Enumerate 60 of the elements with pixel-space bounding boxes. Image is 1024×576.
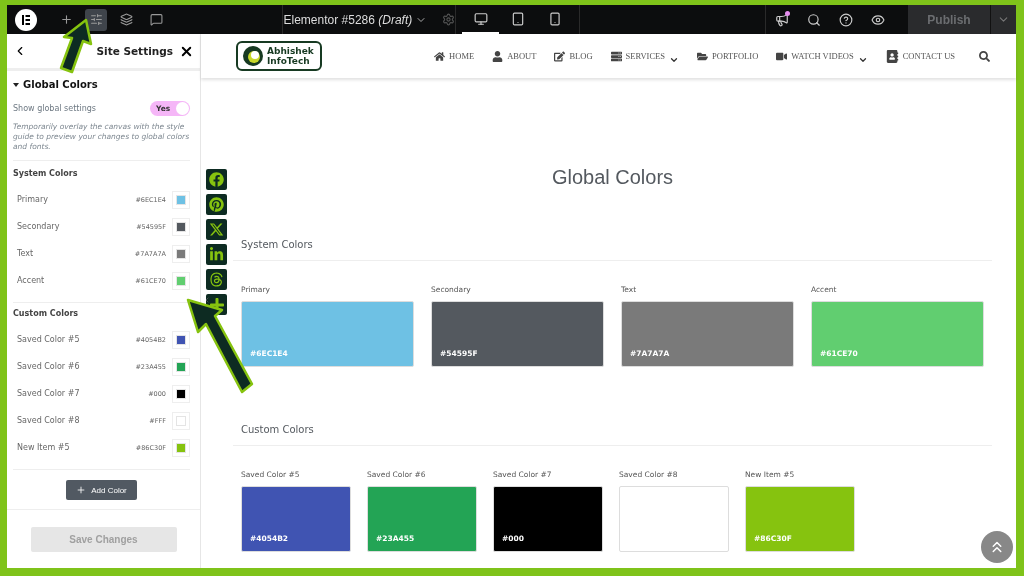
chevron-down-icon (857, 55, 868, 65)
nav-link[interactable]: WATCH VIDEOS (776, 47, 868, 65)
nav-link[interactable]: BLOG (554, 50, 593, 62)
add-color-button[interactable]: Add Color (66, 480, 137, 500)
folder-icon (697, 50, 709, 62)
home-icon (434, 50, 446, 62)
search-icon[interactable] (807, 12, 821, 27)
nav-link[interactable]: ABOUT (492, 50, 537, 62)
page-heading: Global Colors (550, 166, 675, 189)
help-icon[interactable] (839, 12, 853, 27)
megaphone-icon[interactable] (775, 12, 789, 27)
group-title: Custom Colors (13, 309, 80, 318)
color-name: Text (17, 249, 35, 258)
color-name: Primary (17, 195, 49, 204)
panel-title: Site Settings (96, 45, 173, 57)
linkedin-icon[interactable] (206, 244, 227, 265)
color-picker[interactable] (172, 217, 190, 236)
color-picker[interactable] (172, 244, 190, 263)
section-header[interactable]: Global Colors (13, 79, 190, 90)
section-heading: Custom Colors (233, 424, 992, 446)
color-name: Saved Color #7 (17, 389, 81, 398)
elementor-logo[interactable] (15, 8, 37, 31)
nav-link[interactable]: SERVICES (610, 47, 680, 65)
color-picker[interactable] (172, 271, 190, 290)
color-name: Saved Color #8 (17, 416, 81, 425)
video-icon (776, 50, 788, 62)
color-picker[interactable] (172, 438, 190, 457)
settings-icon[interactable] (85, 8, 107, 31)
site-logo[interactable]: Abhishek InfoTech (236, 41, 322, 71)
chevron-down-icon (669, 55, 680, 65)
contact-icon (885, 49, 899, 63)
edit-icon (554, 50, 566, 62)
pinterest-icon[interactable] (206, 194, 227, 215)
color-name: New Item #5 (17, 443, 71, 452)
threads-icon[interactable] (206, 269, 227, 290)
group-title: System Colors (13, 169, 79, 178)
color-name: Saved Color #6 (17, 362, 81, 371)
user-icon (492, 50, 504, 62)
section-heading: System Colors (233, 239, 992, 261)
color-picker[interactable] (172, 357, 190, 376)
document-title[interactable]: Elementor #5286 (Draft) (283, 12, 413, 27)
facebook-icon[interactable] (206, 169, 227, 190)
nav-link[interactable]: PORTFOLIO (697, 50, 759, 62)
color-name: Secondary (17, 222, 61, 231)
color-picker[interactable] (172, 190, 190, 209)
plus-icon (76, 485, 87, 495)
eye-icon[interactable] (871, 12, 885, 27)
search-icon[interactable] (979, 50, 990, 62)
color-picker[interactable] (172, 384, 190, 403)
x-icon[interactable] (206, 219, 227, 240)
scroll-top-button[interactable] (981, 531, 1013, 563)
color-picker[interactable] (172, 330, 190, 349)
color-name: Saved Color #5 (17, 335, 81, 344)
collapse-icon[interactable] (203, 296, 211, 304)
nav-link[interactable]: HOME (434, 50, 475, 62)
color-picker[interactable] (172, 411, 190, 430)
color-name: Accent (17, 276, 46, 285)
toggle-label: Show global settings (13, 104, 96, 113)
server-icon (610, 50, 622, 62)
nav-link[interactable]: CONTACT US (885, 49, 955, 63)
